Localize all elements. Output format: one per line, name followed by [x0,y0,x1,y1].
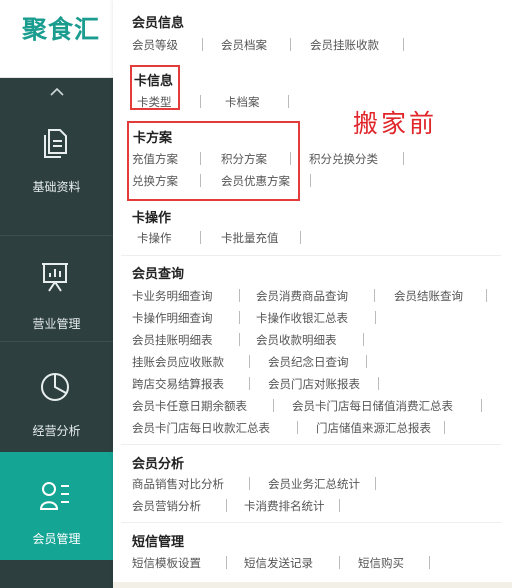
separator [374,289,375,302]
separator [363,333,364,346]
separator [200,231,201,244]
nav-item-business[interactable]: 营业管理 [0,236,113,340]
member-list-icon [39,482,69,510]
link-member-marketing-analysis[interactable]: 会员营销分析 [132,498,201,514]
link-credit-receivable[interactable]: 挂账会员应收账款 [132,354,224,370]
section-title-card-scheme: 卡方案 [133,131,173,146]
presentation-chart-icon [42,263,68,292]
separator [249,377,250,390]
link-member-business-summary[interactable]: 会员业务汇总统计 [268,476,360,492]
collapse-button[interactable] [0,78,113,106]
separator [288,95,289,108]
separator [339,556,340,569]
document-icon [44,129,67,158]
logo-area: 聚食汇 [0,0,113,78]
separator [290,38,291,51]
separator [310,174,311,187]
separator [378,377,379,390]
link-cross-store-settlement[interactable]: 跨店交易结算报表 [132,376,224,392]
separator [403,38,404,51]
annotation-before-move: 搬家前 [353,109,438,138]
separator [403,152,404,165]
section-title-member-info: 会员信息 [132,16,185,31]
link-card-store-daily-collection[interactable]: 会员卡门店每日收款汇总表 [132,420,270,436]
separator [239,289,240,302]
link-member-anniversary[interactable]: 会员纪念日查询 [268,354,349,370]
nav-item-analysis[interactable]: 经营分析 [0,342,113,450]
link-member-consumption-goods[interactable]: 会员消费商品查询 [256,288,348,304]
link-sms-template[interactable]: 短信模板设置 [132,555,201,571]
nav-item-basic-data[interactable]: 基础资料 [0,106,113,214]
link-card-type[interactable]: 卡类型 [137,94,172,110]
nav-item-label: 经营分析 [32,424,81,438]
separator [290,152,291,165]
link-member-file[interactable]: 会员档案 [221,37,267,53]
link-card-cashier-summary[interactable]: 卡操作收银汇总表 [256,310,348,326]
link-card-consumption-ranking[interactable]: 卡消费排名统计 [244,498,325,514]
section-title-sms: 短信管理 [132,535,185,550]
separator [200,95,201,108]
link-goods-sales-comparison[interactable]: 商品销售对比分析 [132,476,224,492]
section-divider [121,522,501,523]
link-card-operation[interactable]: 卡操作 [137,230,172,246]
separator [249,355,250,368]
separator [339,499,340,512]
link-member-collection-detail[interactable]: 会员收款明细表 [256,332,337,348]
section-title-member-analysis: 会员分析 [132,457,185,472]
separator [226,556,227,569]
link-recharge-scheme[interactable]: 充值方案 [132,151,178,167]
separator [486,289,487,302]
separator [481,399,482,412]
link-member-level[interactable]: 会员等级 [132,37,178,53]
separator [200,174,201,187]
section-title-card-ops: 卡操作 [132,211,172,226]
separator [375,311,376,324]
link-card-batch-recharge[interactable]: 卡批量充值 [221,230,279,246]
app-logo[interactable]: 聚食汇 [22,10,100,46]
separator [202,38,203,51]
separator [273,399,274,412]
sidebar: 聚食汇 基础资料 营业管理 经营分析 会员管理 [0,0,113,588]
nav-item-label: 会员管理 [32,532,81,546]
separator [429,556,430,569]
separator [239,333,240,346]
link-member-discount-scheme[interactable]: 会员优惠方案 [221,173,290,189]
link-store-storage-source-summary[interactable]: 门店储值来源汇总报表 [316,420,431,436]
separator [249,477,250,490]
pie-chart-icon [41,373,69,401]
link-card-business-detail[interactable]: 卡业务明细查询 [132,288,213,304]
section-title-member-query: 会员查询 [132,267,185,282]
section-divider [121,255,501,256]
link-member-credit-detail[interactable]: 会员挂账明细表 [132,332,213,348]
link-points-scheme[interactable]: 积分方案 [221,151,267,167]
separator [226,499,227,512]
footer-strip [113,582,512,588]
separator [200,152,201,165]
section-divider [121,444,501,445]
nav-item-label: 营业管理 [32,317,81,331]
nav-item-label: 基础资料 [32,180,81,194]
link-points-exchange-category[interactable]: 积分兑换分类 [309,151,378,167]
link-member-checkout-query[interactable]: 会员结账查询 [394,288,463,304]
separator [297,421,298,434]
chevron-up-icon [49,87,64,96]
member-menu-panel: 会员信息 会员等级 会员档案 会员挂账收款 卡信息 卡类型 卡档案 搬家前 卡方… [113,0,512,588]
separator [239,311,240,324]
link-sms-send-log[interactable]: 短信发送记录 [244,555,313,571]
link-member-store-reconciliation[interactable]: 会员门店对账报表 [268,376,360,392]
link-card-operation-detail[interactable]: 卡操作明细查询 [132,310,213,326]
link-exchange-scheme[interactable]: 兑换方案 [132,173,178,189]
link-card-balance-any-date[interactable]: 会员卡任意日期余额表 [132,398,247,414]
separator [300,231,301,244]
link-card-store-daily-storage-summary[interactable]: 会员卡门店每日储值消费汇总表 [292,398,453,414]
separator [366,355,367,368]
link-sms-purchase[interactable]: 短信购买 [358,555,404,571]
link-card-file[interactable]: 卡档案 [225,94,260,110]
separator [375,477,376,490]
separator [444,421,445,434]
nav-item-member[interactable]: 会员管理 [0,452,113,560]
link-member-credit-collection[interactable]: 会员挂账收款 [310,37,379,53]
section-title-card-info: 卡信息 [134,74,174,89]
